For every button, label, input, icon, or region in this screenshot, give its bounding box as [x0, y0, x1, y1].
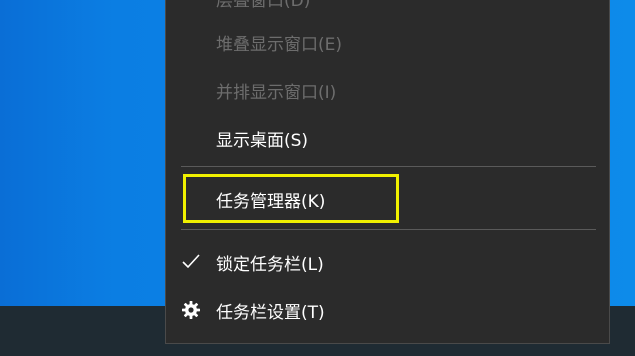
menu-item-side-by-side-windows: 并排显示窗口(I) [166, 70, 609, 110]
checkmark-icon [180, 251, 202, 273]
menu-item-show-desktop[interactable]: 显示桌面(S) [166, 118, 609, 158]
menu-item-lock-taskbar[interactable]: 锁定任务栏(L) [166, 242, 609, 282]
menu-item-label: 任务栏设置(T) [216, 302, 325, 323]
menu-item-label: 锁定任务栏(L) [216, 254, 324, 275]
menu-item-label: 显示桌面(S) [216, 130, 309, 151]
menu-item-cascade-windows: 层叠窗口(D) [166, 0, 609, 18]
menu-item-label: 任务管理器(K) [216, 191, 326, 212]
menu-item-label: 并排显示窗口(I) [216, 82, 337, 103]
menu-item-stack-windows: 堆叠显示窗口(E) [166, 22, 609, 62]
menu-separator [181, 229, 596, 230]
menu-item-label: 层叠窗口(D) [216, 0, 311, 11]
menu-separator [181, 166, 596, 167]
taskbar-context-menu: 层叠窗口(D) 堆叠显示窗口(E) 并排显示窗口(I) 显示桌面(S) 任务管理… [165, 0, 610, 344]
menu-item-task-manager[interactable]: 任务管理器(K) [166, 179, 609, 219]
menu-item-label: 堆叠显示窗口(E) [216, 34, 343, 55]
menu-item-taskbar-settings[interactable]: 任务栏设置(T) [166, 290, 609, 330]
gear-icon [180, 299, 202, 321]
